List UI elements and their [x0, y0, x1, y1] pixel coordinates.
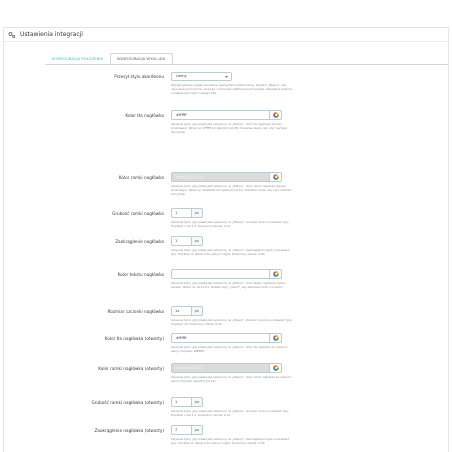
header-border-color-open-help: Używane tylko, gdy preset jest ustawiony…	[171, 375, 292, 383]
accordion-style-label: Przesył stylu akordeonu	[114, 74, 164, 79]
palette-icon	[272, 112, 279, 118]
unit-addon: px	[192, 208, 203, 218]
header-color-help: Używane tylko, gdy preset jest ustawiony…	[171, 122, 288, 134]
header-font-size-input[interactable]: 1x	[171, 306, 192, 316]
color-picker-button[interactable]	[270, 333, 282, 343]
unit-addon: px	[192, 236, 203, 246]
header-color-input[interactable]: #ffffff	[171, 110, 270, 120]
color-picker-button[interactable]	[270, 363, 282, 373]
color-picker-button[interactable]	[270, 110, 282, 120]
header-border-width-help: Używane tylko, gdy preset jest ustawiony…	[171, 220, 290, 228]
header-border-color-help: Używane tylko, gdy preset jest ustawiony…	[171, 184, 292, 196]
header-font-size-help: Używane tylko, gdy preset jest ustawiony…	[171, 318, 293, 326]
palette-icon	[272, 174, 279, 180]
header-color-open-help: Używane tylko, gdy preset jest ustawiony…	[171, 345, 288, 353]
header-radius-open-input[interactable]: 7	[171, 425, 192, 435]
header-border-width-label: Grubość ramki nagłówka	[112, 211, 164, 216]
color-picker-button[interactable]	[270, 269, 282, 279]
unit-addon: px	[192, 425, 203, 435]
palette-icon	[272, 271, 279, 277]
header-radius-label: Zaokrąglenie nagłówka	[115, 239, 164, 244]
header-text-color-input[interactable]	[171, 269, 270, 279]
tab-divider	[45, 64, 448, 65]
panel-title: Ustawienia integracji	[20, 31, 83, 38]
color-picker-button[interactable]	[270, 172, 282, 182]
unit-addon: px	[192, 397, 203, 407]
header-radius-open-label: Zaokrąglenie nagłówka (otwarty)	[94, 428, 164, 433]
accordion-style-value: ciemy	[176, 74, 187, 78]
header-text-color-label: Kolor tekstu nagłówka	[117, 272, 164, 277]
gear-icon	[8, 31, 16, 38]
accordion-style-select[interactable]: ciemy	[171, 72, 232, 81]
header-radius-input[interactable]: 1	[171, 236, 192, 246]
header-font-size-label: Rozmiar czcionki nagłówka	[107, 309, 164, 314]
header-border-color-label: Kolor ramki nagłówka	[118, 175, 164, 180]
panel-header: Ustawienia integracji	[4, 28, 448, 42]
palette-icon	[272, 335, 279, 341]
header-radius-open-help: Używane tylko, gdy preset jest ustawiony…	[171, 437, 290, 445]
header-text-color-help: Używane tylko, gdy preset jest ustawiony…	[171, 281, 286, 289]
chevron-down-icon	[225, 76, 228, 78]
accordion-style-help: Wybierz gotowy wygląd akordeonu (Jasny/C…	[171, 83, 292, 95]
palette-icon	[272, 365, 279, 371]
header-color-open-input[interactable]: #ffffff	[171, 333, 270, 343]
unit-addon: px	[192, 306, 203, 316]
header-border-color-input[interactable]: rgba(0,0,0,0.1)	[171, 172, 270, 182]
header-border-width-open-input[interactable]: 1	[171, 397, 192, 407]
header-border-width-open-help: Używane tylko, gdy preset jest ustawiony…	[171, 409, 290, 417]
header-color-label: Kolor tła nagłówka	[125, 113, 164, 118]
header-border-width-open-label: Grubość ramki nagłówka (otwarty)	[91, 400, 164, 405]
header-border-color-open-input[interactable]: rgba(0,0,0,0.1)	[171, 363, 270, 373]
header-border-color-open-label: Kolor ramki nagłówka (otwarty)	[98, 366, 164, 371]
header-radius-help: Używane tylko, gdy preset jest ustawiony…	[171, 248, 290, 256]
integration-settings-panel: Ustawienia integracji KONFIGURACJA POŁOŻ…	[3, 27, 449, 452]
header-border-width-input[interactable]: 1	[171, 208, 192, 218]
header-color-open-label: Kolor tła nagłówka (otwarty)	[104, 336, 164, 341]
